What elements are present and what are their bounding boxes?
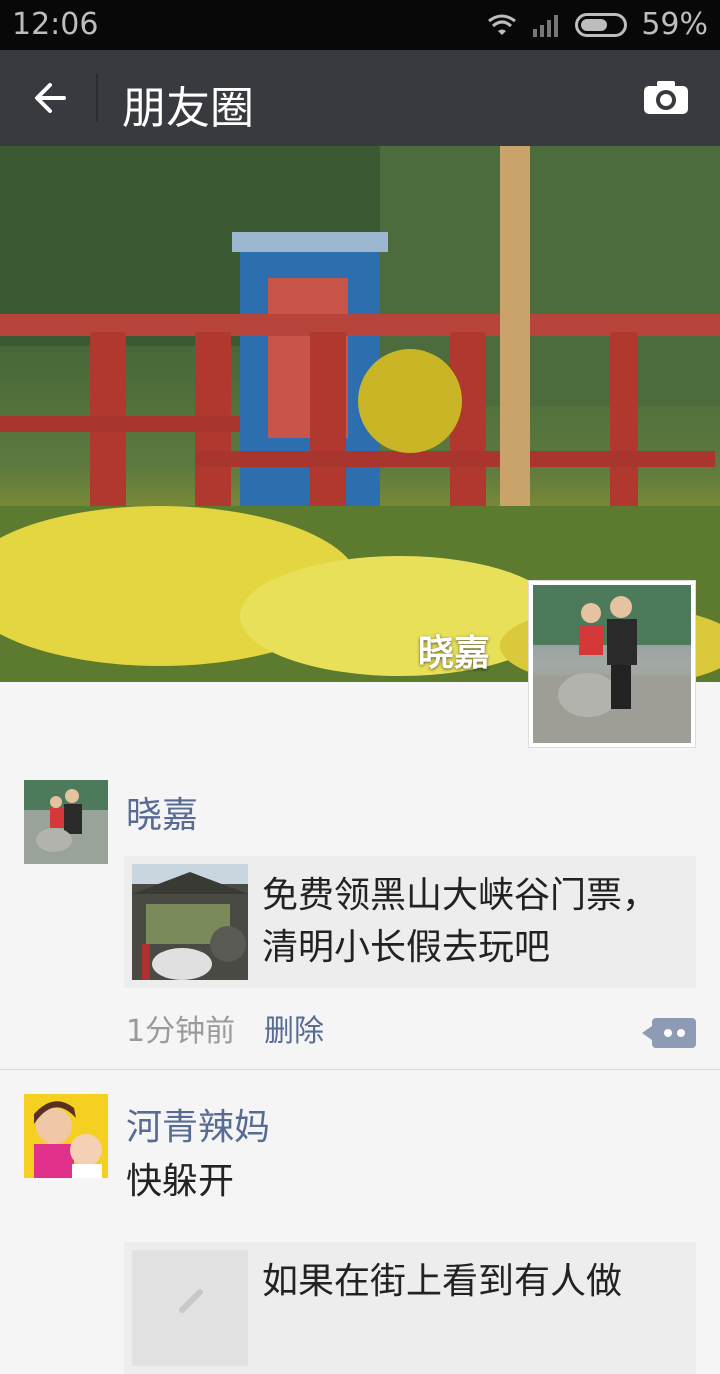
- status-time: 12:06: [12, 7, 99, 42]
- battery-icon: [575, 12, 628, 37]
- link-thumbnail: [132, 864, 248, 980]
- cover-user-name: 晓嘉: [418, 633, 491, 674]
- page-title: 朋友圈: [122, 83, 254, 134]
- link-title: 如果在街上看到有人做: [262, 1261, 623, 1302]
- link-icon: [179, 1289, 203, 1313]
- arrow-left-icon: [35, 83, 66, 113]
- battery-level: 59%: [641, 7, 708, 42]
- comment-dot-icon: [677, 1029, 685, 1037]
- wifi-icon: [488, 14, 517, 35]
- post-text: 快躲开: [126, 1161, 235, 1202]
- shared-link-card[interactable]: 如果在街上看到有人做: [124, 1242, 696, 1374]
- avatar[interactable]: [24, 780, 108, 864]
- camera-icon[interactable]: [642, 80, 690, 116]
- back-button[interactable]: [20, 68, 80, 128]
- moments-feed: 晓嘉 免费领黑山大峡谷门票，清明小长假去玩吧 1分钟前 删除 河青辣妈 快躲开 …: [0, 750, 720, 1374]
- post-author[interactable]: 晓嘉: [126, 786, 198, 838]
- comment-dot-icon: [664, 1029, 672, 1037]
- link-thumbnail: [132, 1250, 248, 1366]
- link-title: 免费领黑山大峡谷门票，清明小长假去玩吧: [262, 875, 659, 968]
- post: 河青辣妈 快躲开 如果在街上看到有人做: [0, 1070, 720, 1374]
- status-icons: 59%: [487, 7, 708, 42]
- cover-avatar-image: [533, 585, 691, 743]
- post-author[interactable]: 河青辣妈: [126, 1098, 270, 1150]
- delete-link[interactable]: 删除: [264, 1006, 324, 1050]
- avatar[interactable]: [24, 1094, 108, 1178]
- cover-avatar[interactable]: [528, 580, 696, 748]
- post-time: 1分钟前: [126, 1014, 236, 1049]
- title-bar: 朋友圈: [0, 50, 720, 146]
- signal-icon: [533, 14, 559, 37]
- status-bar: 12:06 59%: [0, 0, 720, 50]
- comment-button[interactable]: [642, 1018, 696, 1048]
- post: 晓嘉 免费领黑山大峡谷门票，清明小长假去玩吧 1分钟前 删除: [0, 750, 720, 1070]
- title-divider: [96, 74, 98, 122]
- shared-link-card[interactable]: 免费领黑山大峡谷门票，清明小长假去玩吧: [124, 856, 696, 988]
